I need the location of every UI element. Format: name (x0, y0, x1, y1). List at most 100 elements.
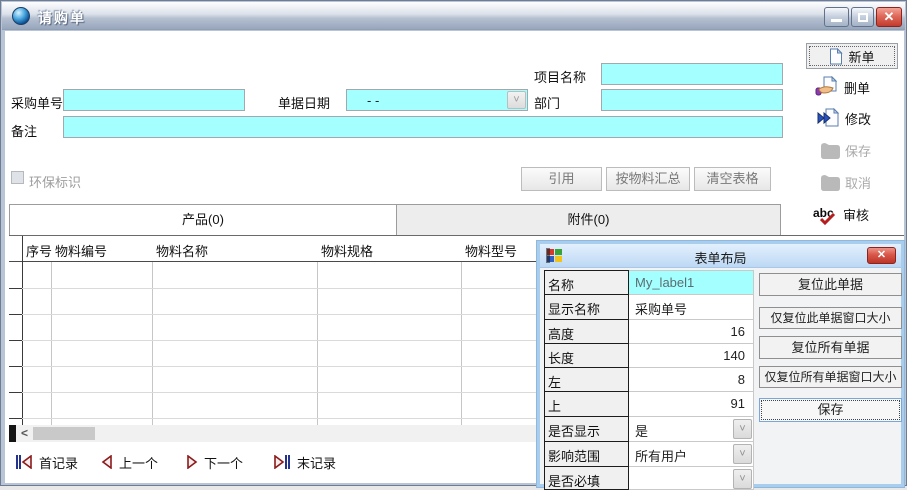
tab-attachments[interactable]: 附件(0) (396, 205, 780, 235)
first-record-label: 首记录 (39, 453, 78, 472)
row-selector-tick (9, 366, 22, 367)
chevron-down-icon[interactable]: ˅ (507, 91, 526, 109)
new-doc-button[interactable]: 新单 (806, 43, 898, 69)
prop-label: 名称 (544, 270, 629, 295)
dialog-save-button[interactable]: 保存 (759, 398, 902, 422)
delete-doc-label: 删单 (844, 78, 870, 97)
department-input[interactable] (601, 89, 783, 111)
col-header-seq[interactable]: 序号 (26, 241, 52, 260)
close-button[interactable]: ✕ (876, 7, 902, 27)
eco-checkbox-label: 环保标识 (29, 172, 81, 191)
last-record-icon (273, 455, 291, 469)
window-title: 请购单 (38, 8, 86, 28)
minimize-icon (831, 19, 842, 22)
prop-value-top[interactable]: 91 (629, 392, 754, 417)
doc-date-label: 单据日期 (278, 93, 330, 112)
prop-label: 左 (544, 368, 629, 392)
cancel-icon-disabled (819, 172, 841, 192)
chevron-down-icon[interactable]: ˅ (733, 444, 752, 464)
chevron-down-icon[interactable]: ˅ (733, 419, 752, 439)
minimize-button[interactable] (824, 7, 849, 27)
reset-this-doc-size-button[interactable]: 仅复位此单据窗口大小 (759, 307, 902, 329)
prev-record-button[interactable]: 上一个 (101, 452, 158, 472)
first-record-icon (15, 455, 33, 469)
prop-label: 长度 (544, 344, 629, 368)
prop-label: 是否必填 (544, 467, 629, 490)
prop-value-width[interactable]: 140 (629, 344, 754, 368)
prop-label: 是否显示 (544, 417, 629, 442)
doc-date-combobox[interactable]: - - ˅ (346, 89, 528, 111)
project-name-label: 项目名称 (534, 67, 586, 86)
grid-line (152, 262, 153, 425)
cancel-button: 取消 (819, 172, 871, 192)
prop-row-name: 名称 My_label1 (544, 270, 754, 295)
prop-label: 高度 (544, 320, 629, 344)
dropdown-selected-value: 是 (635, 424, 648, 439)
save-icon-disabled (819, 140, 841, 160)
row-selector-tick (9, 314, 22, 315)
eco-checkbox[interactable] (11, 171, 24, 184)
row-selector-tick (9, 392, 22, 393)
row-selector-tick (9, 288, 22, 289)
prop-value-required[interactable]: ˅ (629, 467, 754, 490)
app-icon (12, 7, 30, 25)
dialog-close-button[interactable]: ✕ (867, 247, 896, 264)
red-check-icon (820, 213, 836, 225)
scroll-left-icon[interactable]: < (21, 426, 28, 440)
last-record-label: 末记录 (297, 453, 336, 472)
next-record-icon (186, 455, 198, 469)
prop-value-name[interactable]: My_label1 (629, 270, 754, 295)
row-selector-tick (9, 340, 22, 341)
prop-row-width: 长度 140 (544, 344, 754, 368)
reset-all-docs-size-button[interactable]: 仅复位所有单据窗口大小 (759, 366, 902, 388)
col-header-name[interactable]: 物料名称 (156, 241, 208, 260)
prop-value-left[interactable]: 8 (629, 368, 754, 392)
reset-all-docs-button[interactable]: 复位所有单据 (759, 336, 902, 359)
project-name-input[interactable] (601, 63, 783, 85)
grid-line (317, 262, 318, 425)
prop-row-display-name: 显示名称 采购单号 (544, 295, 754, 320)
prop-label: 上 (544, 392, 629, 417)
row-selector-tick (9, 418, 22, 419)
prev-record-label: 上一个 (119, 453, 158, 472)
clear-table-button[interactable]: 清空表格 (694, 167, 771, 191)
summary-by-material-button[interactable]: 按物料汇总 (606, 167, 690, 191)
scrollbar-thumb[interactable] (33, 427, 95, 440)
modify-button[interactable]: 修改 (817, 108, 871, 128)
next-record-button[interactable]: 下一个 (186, 452, 243, 472)
delete-doc-icon (814, 76, 840, 98)
modify-icon (817, 108, 841, 128)
prop-value-visible[interactable]: 是 ˅ (629, 417, 754, 442)
delete-doc-button[interactable]: 删单 (814, 76, 870, 98)
purchase-no-input[interactable] (63, 89, 245, 111)
prop-row-scope: 影响范围 所有用户 ˅ (544, 442, 754, 467)
tab-strip: 产品(0) 附件(0) (9, 204, 781, 236)
modify-label: 修改 (845, 109, 871, 128)
remark-input[interactable] (63, 116, 783, 138)
grid-line (461, 262, 462, 425)
doc-date-value: - - (367, 93, 379, 108)
dropdown-selected-value: 所有用户 (635, 449, 687, 464)
prop-label: 显示名称 (544, 295, 629, 320)
form-layout-dialog: 表单布局 ✕ 名称 My_label1 显示名称 采购单号 高度 16 长度 1… (537, 241, 904, 487)
prop-value-scope[interactable]: 所有用户 ˅ (629, 442, 754, 467)
audit-button[interactable]: abc 审核 (813, 205, 869, 224)
remark-label: 备注 (11, 121, 37, 140)
audit-abc-icon: abc (813, 206, 839, 224)
dialog-title: 表单布局 (540, 248, 901, 267)
title-bar: 请购单 ✕ (2, 2, 905, 30)
maximize-button[interactable] (851, 7, 874, 27)
last-record-button[interactable]: 末记录 (273, 452, 336, 472)
col-header-spec[interactable]: 物料规格 (321, 241, 373, 260)
prop-value-display-name[interactable]: 采购单号 (629, 295, 754, 320)
chevron-down-icon[interactable]: ˅ (733, 469, 752, 489)
col-header-code[interactable]: 物料编号 (55, 241, 107, 260)
reference-button[interactable]: 引用 (521, 167, 602, 191)
prop-value-height[interactable]: 16 (629, 320, 754, 344)
first-record-button[interactable]: 首记录 (15, 452, 78, 472)
dialog-title-bar: 表单布局 ✕ (540, 244, 901, 268)
tab-products[interactable]: 产品(0) (10, 205, 396, 235)
reset-this-doc-button[interactable]: 复位此单据 (759, 273, 902, 296)
prop-label: 影响范围 (544, 442, 629, 467)
col-header-model[interactable]: 物料型号 (465, 241, 517, 260)
